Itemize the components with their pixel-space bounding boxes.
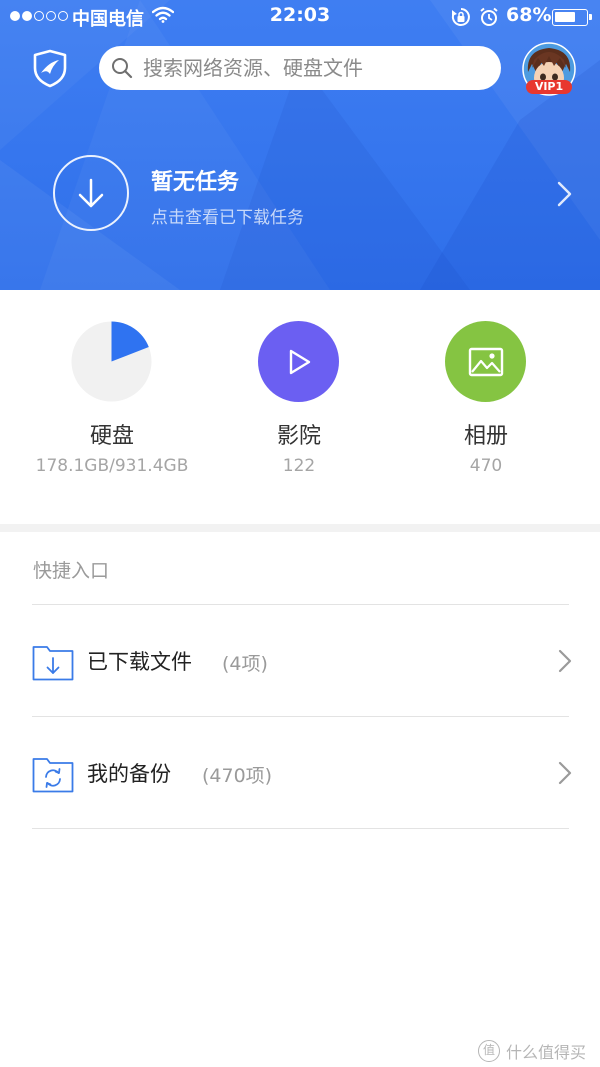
task-title: 暂无任务	[151, 170, 240, 195]
quick-grid: 硬盘 178.1GB/931.4GB 影院 122 相册 470	[0, 290, 600, 524]
folder-sync-icon	[32, 758, 74, 793]
watermark-text: 什么值得买	[506, 1043, 587, 1062]
battery-fill	[555, 12, 575, 22]
divider	[32, 828, 569, 829]
folder-download-icon	[32, 646, 74, 681]
divider	[32, 604, 569, 605]
chevron-right-icon	[557, 181, 572, 207]
divider	[32, 716, 569, 717]
battery-icon	[552, 9, 592, 26]
disk-tile[interactable]: 硬盘 178.1GB/931.4GB	[12, 290, 212, 524]
download-task-card[interactable]: 暂无任务 点击查看已下载任务	[0, 150, 600, 240]
search-icon	[111, 57, 133, 79]
album-count: 470	[469, 456, 503, 476]
chevron-right-icon	[558, 761, 572, 785]
search-input[interactable]	[143, 56, 473, 80]
shortcuts-title: 快捷入口	[33, 560, 110, 582]
app-logo-icon[interactable]	[30, 48, 70, 88]
album-tile[interactable]: 相册 470	[386, 290, 586, 524]
alarm-icon	[480, 7, 498, 26]
watermark-logo-icon: 值	[478, 1040, 500, 1062]
status-bar: 中国电信 22:03 68%	[0, 0, 600, 34]
shortcut-downloaded-files[interactable]: 已下载文件 (4项)	[0, 606, 600, 717]
watermark: 值 什么值得买	[478, 1039, 586, 1063]
shortcut-count: (4项)	[222, 653, 268, 675]
shortcut-my-backup[interactable]: 我的备份 (470项)	[0, 718, 600, 829]
shortcut-label: 已下载文件	[87, 650, 192, 674]
cinema-count: 122	[282, 456, 316, 476]
header-background-pattern	[0, 0, 600, 290]
shortcut-label: 我的备份	[87, 762, 171, 786]
battery-percent: 68%	[506, 4, 552, 26]
vip-badge: VIP1	[526, 80, 572, 94]
image-icon	[445, 321, 526, 402]
play-icon	[258, 321, 339, 402]
album-label: 相册	[463, 424, 508, 449]
section-divider	[0, 524, 600, 532]
cinema-tile[interactable]: 影院 122	[199, 290, 399, 524]
chevron-right-icon	[558, 649, 572, 673]
disk-label: 硬盘	[89, 424, 134, 449]
search-bar[interactable]	[99, 46, 501, 90]
header: 中国电信 22:03 68% 搜索网络资源、硬盘文件 VIP1 暂无任务 点击查…	[0, 0, 600, 290]
disk-usage-pie	[71, 321, 152, 402]
rotation-lock-icon	[451, 8, 470, 26]
disk-usage-text: 178.1GB/931.4GB	[35, 456, 189, 476]
download-icon	[53, 155, 129, 231]
shortcut-count: (470项)	[202, 765, 273, 787]
cinema-label: 影院	[276, 424, 321, 449]
task-subtitle: 点击查看已下载任务	[151, 208, 304, 228]
